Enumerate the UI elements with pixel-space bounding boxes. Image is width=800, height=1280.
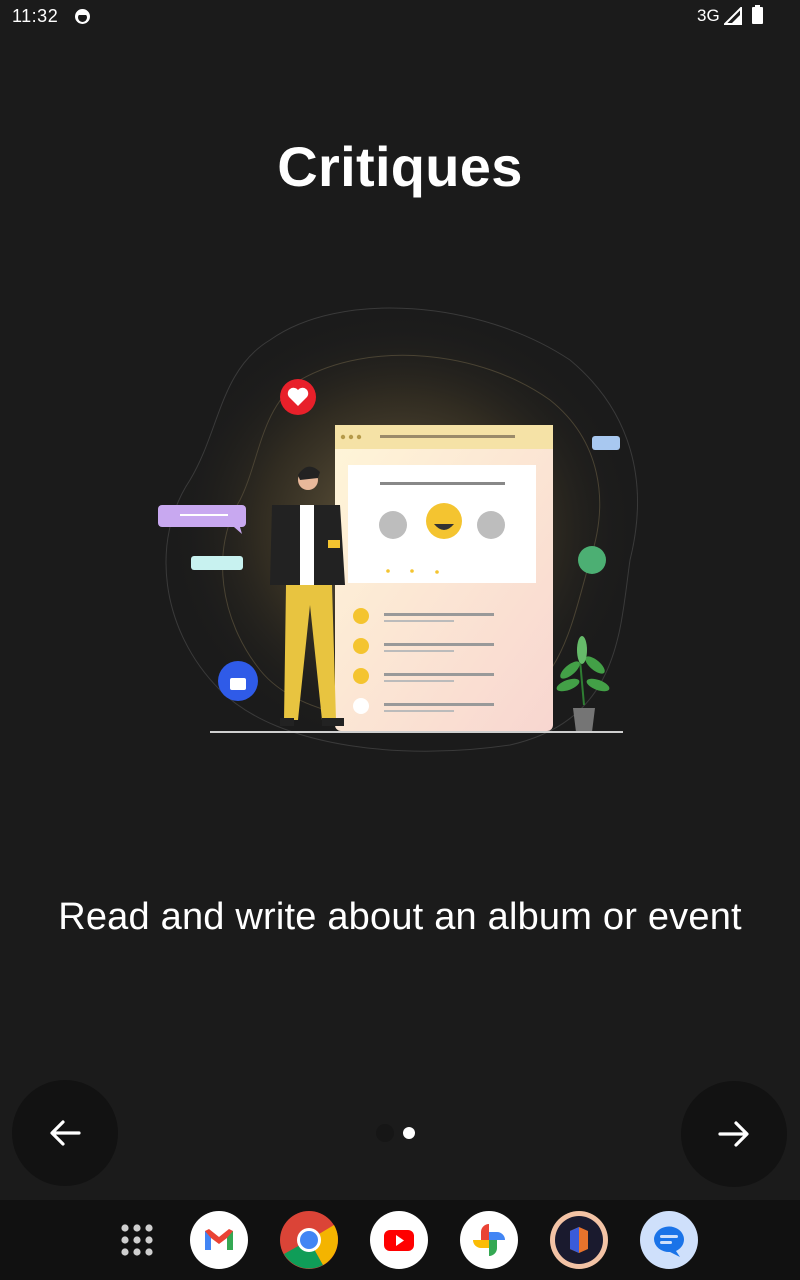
chat-bubble-blue — [592, 436, 620, 450]
pager-dot[interactable] — [376, 1124, 394, 1142]
status-bar: 11:32 3G — [0, 0, 800, 34]
happy-face-icon — [426, 503, 462, 539]
page-title: Critiques — [277, 135, 523, 198]
critiques-illustration — [158, 307, 638, 752]
battery-icon — [752, 5, 763, 24]
app-dock — [0, 1200, 800, 1280]
status-time: 11:32 — [12, 6, 59, 26]
notification-icon — [75, 9, 90, 24]
photos-icon[interactable] — [460, 1211, 518, 1269]
pager-dot-active[interactable] — [400, 1124, 418, 1142]
next-button[interactable] — [681, 1081, 787, 1187]
app-drawer-icon[interactable] — [108, 1211, 166, 1269]
app-icon[interactable] — [550, 1211, 608, 1269]
network-type: 3G — [697, 6, 720, 25]
chat-bubble-cyan — [191, 556, 243, 570]
angry-face-icon — [379, 511, 407, 539]
chrome-icon[interactable] — [280, 1211, 338, 1269]
sad-face-icon — [477, 511, 505, 539]
signal-icon — [724, 7, 742, 25]
gmail-icon[interactable] — [190, 1211, 248, 1269]
previous-button[interactable] — [12, 1080, 118, 1186]
page-indicator — [376, 1124, 418, 1142]
arrow-left-icon — [50, 1120, 81, 1146]
arrow-right-icon — [718, 1121, 749, 1147]
page-subtitle: Read and write about an album or event — [58, 896, 742, 938]
youtube-icon[interactable] — [370, 1211, 428, 1269]
chat-green-icon — [578, 546, 606, 574]
messages-icon[interactable] — [640, 1211, 698, 1269]
